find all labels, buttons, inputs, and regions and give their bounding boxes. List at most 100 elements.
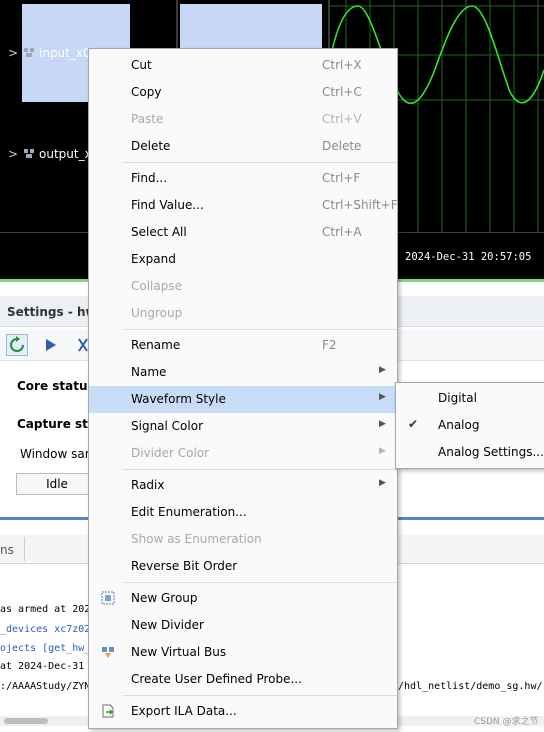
submenu-item-label: Analog Settings... xyxy=(438,445,544,459)
virtual-bus-icon xyxy=(101,645,115,659)
menu-item-label: Ungroup xyxy=(131,306,183,320)
tab-partial[interactable]: ns xyxy=(0,543,14,557)
core-status-label: Core status xyxy=(17,379,95,393)
menu-item-name[interactable]: Name ▶ xyxy=(89,359,397,386)
menu-item-label: Create User Defined Probe... xyxy=(131,672,302,686)
menu-item-divider-color[interactable]: Divider Color ▶ xyxy=(89,440,397,467)
menu-item-label: Export ILA Data... xyxy=(131,704,237,718)
menu-separator xyxy=(123,695,397,696)
cursor-timestamp: 2024-Dec-31 20:57:05 xyxy=(405,251,532,263)
menu-item-label: Name xyxy=(131,365,167,379)
log-line: _devices xc7z02 xyxy=(0,624,91,635)
menu-item-label: Signal Color xyxy=(131,419,204,433)
menu-item-radix[interactable]: Radix ▶ xyxy=(89,472,397,499)
group-icon xyxy=(101,591,115,605)
menu-item-edit-enumeration[interactable]: Edit Enumeration... xyxy=(89,499,397,526)
menu-item-label: New Divider xyxy=(131,618,204,632)
menu-item-label: Cut xyxy=(131,58,152,72)
menu-item-label: Radix xyxy=(131,478,165,492)
log-line: as armed at 2024 xyxy=(0,604,97,615)
menu-item-label: New Virtual Bus xyxy=(131,645,227,659)
log-line: :/AAAAStudy/ZYN xyxy=(0,681,91,692)
menu-item-signal-color[interactable]: Signal Color ▶ xyxy=(89,413,397,440)
menu-item-delete[interactable]: Delete Delete xyxy=(89,133,397,160)
submenu-arrow-icon: ▶ xyxy=(379,365,386,375)
menu-item-expand[interactable]: Expand xyxy=(89,246,397,273)
menu-item-label: Delete xyxy=(131,139,171,153)
menu-item-shortcut: Ctrl+V xyxy=(322,112,362,126)
menu-item-collapse[interactable]: Collapse xyxy=(89,273,397,300)
menu-item-shortcut: Ctrl+Shift+F xyxy=(322,198,398,212)
expand-chevron-icon[interactable]: > xyxy=(8,46,18,60)
menu-item-new-divider[interactable]: New Divider xyxy=(89,612,397,639)
menu-item-new-group[interactable]: New Group xyxy=(89,585,397,612)
menu-item-label: Select All xyxy=(131,225,187,239)
menu-item-waveform-style[interactable]: Waveform Style ▶ xyxy=(89,386,397,413)
menu-separator xyxy=(123,329,397,330)
signal-bus-icon xyxy=(23,46,35,58)
stop-trigger-icon[interactable] xyxy=(78,338,88,355)
menu-item-export-ila-data[interactable]: Export ILA Data... xyxy=(89,698,397,725)
submenu-item-analog[interactable]: ✔ Analog xyxy=(396,412,544,439)
menu-item-paste[interactable]: Paste Ctrl+V xyxy=(89,106,397,133)
menu-separator xyxy=(123,469,397,470)
menu-item-label: Collapse xyxy=(131,279,182,293)
menu-item-ungroup[interactable]: Ungroup xyxy=(89,300,397,327)
menu-item-label: Expand xyxy=(131,252,176,266)
log-line: at 2024-Dec-31 xyxy=(0,661,85,672)
signal-name-input[interactable]: input_x0[ xyxy=(39,46,95,60)
log-line: /hdl_netlist/demo_sg.hw/ xyxy=(398,681,543,692)
menu-item-new-virtual-bus[interactable]: New Virtual Bus xyxy=(89,639,397,666)
export-icon xyxy=(101,704,115,718)
menu-item-label: Divider Color xyxy=(131,446,210,460)
waveform-style-submenu: Digital ✔ Analog Analog Settings... xyxy=(395,382,544,469)
menu-item-copy[interactable]: Copy Ctrl+C xyxy=(89,79,397,106)
submenu-arrow-icon: ▶ xyxy=(379,419,386,429)
menu-item-cut[interactable]: Cut Ctrl+X xyxy=(89,52,397,79)
checkmark-icon: ✔ xyxy=(408,417,419,431)
submenu-arrow-icon: ▶ xyxy=(379,392,386,402)
menu-item-shortcut: Ctrl+C xyxy=(322,85,362,99)
submenu-item-digital[interactable]: Digital xyxy=(396,385,544,412)
menu-item-show-as-enumeration[interactable]: Show as Enumeration xyxy=(89,526,397,553)
tab-divider xyxy=(24,537,25,561)
submenu-arrow-icon: ▶ xyxy=(379,478,386,488)
menu-item-label: Show as Enumeration xyxy=(131,532,262,546)
menu-item-shortcut: Ctrl+A xyxy=(322,225,362,239)
menu-item-reverse-bit-order[interactable]: Reverse Bit Order xyxy=(89,553,397,580)
menu-item-label: Find... xyxy=(131,171,168,185)
menu-item-shortcut: F2 xyxy=(322,338,337,352)
menu-item-label: Rename xyxy=(131,338,181,352)
menu-item-label: Reverse Bit Order xyxy=(131,559,238,573)
refresh-icon[interactable] xyxy=(6,334,28,356)
status-idle-field: Idle xyxy=(16,473,98,495)
menu-item-label: Edit Enumeration... xyxy=(131,505,247,519)
menu-item-label: Copy xyxy=(131,85,162,99)
menu-separator xyxy=(123,162,397,163)
menu-item-select-all[interactable]: Select All Ctrl+A xyxy=(89,219,397,246)
run-trigger-icon[interactable] xyxy=(44,337,58,356)
menu-item-find[interactable]: Find... Ctrl+F xyxy=(89,165,397,192)
submenu-item-label: Analog xyxy=(438,418,480,432)
menu-separator xyxy=(123,582,397,583)
window-sample-label: Window sam xyxy=(20,447,97,461)
menu-item-label: Waveform Style xyxy=(131,392,226,406)
submenu-item-analog-settings[interactable]: Analog Settings... xyxy=(396,439,544,466)
signal-bus-icon xyxy=(23,147,35,159)
menu-item-find-value[interactable]: Find Value... Ctrl+Shift+F xyxy=(89,192,398,219)
menu-item-label: Paste xyxy=(131,112,164,126)
menu-item-shortcut: Ctrl+F xyxy=(322,171,361,185)
submenu-item-label: Digital xyxy=(438,391,477,405)
menu-item-rename[interactable]: Rename F2 xyxy=(89,332,397,359)
watermark: CSDN @求之节 xyxy=(474,717,539,727)
log-line: ojects [get_hw_ xyxy=(0,643,91,654)
scrollbar-thumb[interactable] xyxy=(4,718,48,724)
expand-chevron-icon[interactable]: > xyxy=(8,147,18,161)
menu-item-create-user-defined-probe[interactable]: Create User Defined Probe... xyxy=(89,666,397,693)
menu-item-label: Find Value... xyxy=(131,198,204,212)
menu-item-label: New Group xyxy=(131,591,198,605)
menu-item-shortcut: Delete xyxy=(322,139,362,153)
submenu-arrow-icon: ▶ xyxy=(379,446,386,456)
context-menu: Cut Ctrl+X Copy Ctrl+C Paste Ctrl+V Delete D… xyxy=(88,48,398,729)
menu-item-shortcut: Ctrl+X xyxy=(322,58,362,72)
